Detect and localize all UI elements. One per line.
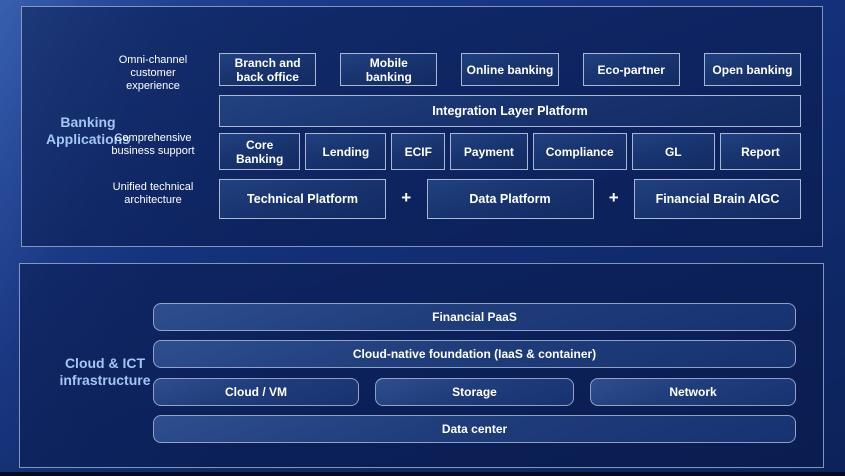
box-data-center: Data center [153, 415, 796, 443]
box-lending: Lending [305, 133, 386, 170]
box-financial-brain-aigc: Financial Brain AIGC [634, 179, 801, 219]
box-financial-paas: Financial PaaS [153, 303, 796, 331]
omni-channel-box-row: Branch and back office Mobile banking On… [219, 53, 801, 86]
box-mobile-banking: Mobile banking [340, 53, 437, 86]
box-open-banking: Open banking [704, 53, 801, 86]
architecture-diagram-canvas: Banking Applications Omni-channel custom… [0, 0, 845, 476]
box-data-platform: Data Platform [427, 179, 594, 219]
box-ecif: ECIF [391, 133, 445, 170]
plus-separator: + [609, 188, 619, 210]
box-online-banking: Online banking [461, 53, 558, 86]
box-network: Network [590, 378, 796, 406]
business-support-box-row: Core Banking Lending ECIF Payment Compli… [219, 133, 801, 170]
infrastructure-box-row: Cloud / VM Storage Network [153, 378, 796, 406]
technical-architecture-box-row: Technical Platform + Data Platform + Fin… [219, 179, 801, 219]
box-storage: Storage [375, 378, 574, 406]
plus-separator: + [401, 188, 411, 210]
box-report: Report [720, 133, 801, 170]
row-label-business-support: Comprehensive business support [92, 132, 214, 158]
section-label-cloud-ict: Cloud & ICT infrastructure [40, 355, 170, 389]
box-cloud-vm: Cloud / VM [153, 378, 359, 406]
box-technical-platform: Technical Platform [219, 179, 386, 219]
row-label-unified-technical: Unified technical architecture [92, 181, 214, 207]
cloud-ict-panel: Cloud & ICT infrastructure Financial Paa… [19, 263, 824, 468]
banking-applications-panel: Banking Applications Omni-channel custom… [21, 6, 823, 247]
box-eco-partner: Eco-partner [583, 53, 680, 86]
box-compliance: Compliance [533, 133, 627, 170]
box-gl: GL [632, 133, 715, 170]
box-cloud-native-foundation: Cloud-native foundation (IaaS & containe… [153, 340, 796, 368]
box-integration-layer-platform: Integration Layer Platform [219, 95, 801, 127]
box-branch-and-back-office: Branch and back office [219, 53, 316, 86]
box-core-banking: Core Banking [219, 133, 300, 170]
bottom-edge-strip [0, 472, 845, 476]
box-payment: Payment [450, 133, 528, 170]
row-label-omni-channel: Omni-channel customer experience [92, 54, 214, 93]
